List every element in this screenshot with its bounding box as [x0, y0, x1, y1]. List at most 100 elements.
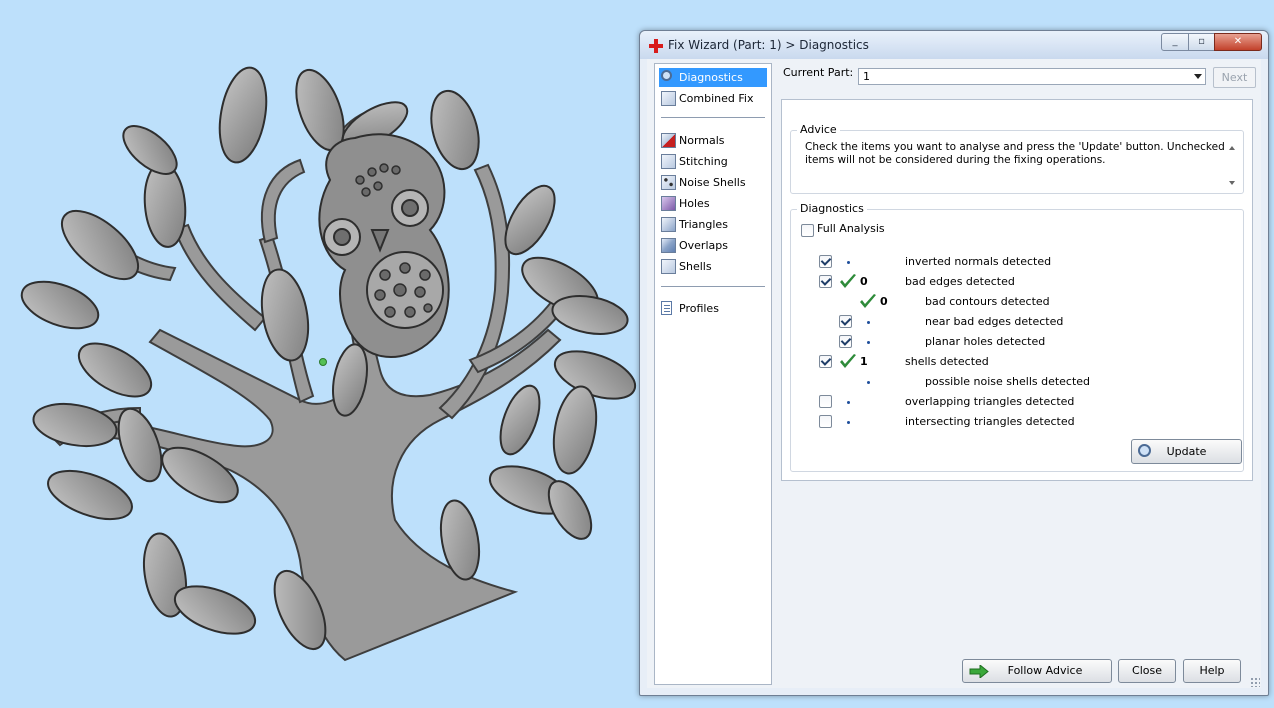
shells-cube-icon: [661, 259, 676, 274]
status-dot: [847, 261, 850, 264]
tree-owl-model: [20, 66, 637, 662]
minimize-button[interactable]: _: [1161, 33, 1189, 51]
nav-item-label: Combined Fix: [679, 92, 754, 105]
nav-item-label: Noise Shells: [679, 176, 746, 189]
follow-advice-button[interactable]: Follow Advice: [962, 659, 1112, 683]
current-part-dropdown[interactable]: 1: [858, 68, 1206, 85]
diagnostic-label: overlapping triangles detected: [905, 395, 1075, 408]
current-part-label: Current Part:: [783, 66, 854, 79]
diagnostic-label: bad edges detected: [905, 275, 1015, 288]
nav-item-label: Profiles: [679, 302, 719, 315]
diagnostic-row: near bad edges detected: [791, 312, 1241, 332]
diagnostic-label: inverted normals detected: [905, 255, 1052, 268]
diagnostic-row: 1 shells detected: [791, 352, 1241, 372]
full-analysis-checkbox[interactable]: [801, 224, 814, 237]
nav-item-noise-shells[interactable]: Noise Shells: [659, 173, 767, 192]
diagnostics-panel: Advice Check the items you want to analy…: [781, 99, 1253, 481]
magnifier-icon: [1138, 444, 1151, 457]
noise-shells-cube-icon: [661, 175, 676, 190]
next-button[interactable]: Next: [1213, 67, 1256, 88]
green-check-icon: [860, 294, 876, 308]
current-part-value: 1: [863, 70, 870, 83]
diagnostics-group: Diagnostics Full Analysis inverted norma…: [790, 202, 1244, 472]
magnifier-icon: [661, 70, 672, 81]
status-dot: [847, 421, 850, 424]
advice-scrollbar[interactable]: [1226, 141, 1238, 189]
overlaps-cube-icon: [661, 238, 676, 253]
stitching-cube-icon: [661, 154, 676, 169]
help-button[interactable]: Help: [1183, 659, 1241, 683]
nav-item-label: Stitching: [679, 155, 728, 168]
triangles-cube-icon: [661, 217, 676, 232]
diagnostic-label: possible noise shells detected: [925, 375, 1091, 388]
follow-advice-label: Follow Advice: [1007, 664, 1083, 677]
nav-item-triangles[interactable]: Triangles: [659, 215, 767, 234]
wizard-nav: Diagnostics Combined Fix Normals Stitchi…: [654, 63, 772, 685]
nav-item-label: Overlaps: [679, 239, 728, 252]
cube-icon: [661, 91, 676, 106]
nav-item-diagnostics[interactable]: Diagnostics: [659, 68, 767, 87]
diagnostic-row: 0 bad contours detected: [791, 292, 1241, 312]
nav-item-label: Holes: [679, 197, 710, 210]
chevron-down-icon: [1194, 74, 1202, 79]
diagnostic-checkbox[interactable]: [839, 315, 852, 328]
diagnostic-row: 0 bad edges detected: [791, 272, 1241, 292]
scroll-down-icon[interactable]: [1229, 181, 1235, 185]
diagnostic-checkbox[interactable]: [839, 335, 852, 348]
holes-cube-icon: [661, 196, 676, 211]
update-button[interactable]: Update: [1131, 439, 1242, 464]
diagnostic-value: 0: [860, 275, 868, 288]
diagnostic-checkbox[interactable]: [819, 415, 832, 428]
title-bar[interactable]: Fix Wizard (Part: 1) > Diagnostics _ ▫ ✕: [640, 31, 1268, 59]
nav-item-label: Diagnostics: [679, 71, 743, 84]
diagnostic-checkbox[interactable]: [819, 395, 832, 408]
normals-cube-icon: [661, 133, 676, 148]
status-dot: [867, 321, 870, 324]
full-analysis-label: Full Analysis: [817, 222, 885, 235]
window-title: Fix Wizard (Part: 1) > Diagnostics: [668, 38, 869, 52]
advice-title: Advice: [797, 123, 840, 136]
diagnostic-value: 0: [880, 295, 888, 308]
green-check-icon: [840, 354, 856, 368]
maximize-button[interactable]: ▫: [1188, 33, 1215, 51]
nav-separator: [661, 117, 765, 118]
3d-viewport[interactable]: [0, 0, 640, 708]
fix-wizard-window: Fix Wizard (Part: 1) > Diagnostics _ ▫ ✕…: [639, 30, 1269, 696]
nav-item-label: Normals: [679, 134, 725, 147]
diagnostic-label: bad contours detected: [925, 295, 1050, 308]
diagnostic-value: 1: [860, 355, 868, 368]
diagnostic-checkbox[interactable]: [819, 275, 832, 288]
nav-item-combined-fix[interactable]: Combined Fix: [659, 89, 767, 108]
diagnostic-checkbox[interactable]: [819, 255, 832, 268]
status-dot: [867, 341, 870, 344]
diagnostic-checkbox[interactable]: [819, 355, 832, 368]
diagnostic-row: possible noise shells detected: [791, 372, 1241, 392]
nav-item-profiles[interactable]: Profiles: [659, 299, 767, 318]
dialog-client: Diagnostics Combined Fix Normals Stitchi…: [647, 59, 1261, 688]
diagnostic-label: shells detected: [905, 355, 989, 368]
green-arrow-icon: [969, 665, 989, 678]
nav-item-stitching[interactable]: Stitching: [659, 152, 767, 171]
diagnostic-row: inverted normals detected: [791, 252, 1241, 272]
pivot-marker: [319, 358, 327, 366]
green-check-icon: [840, 274, 856, 288]
nav-item-label: Triangles: [679, 218, 728, 231]
diagnostic-row: overlapping triangles detected: [791, 392, 1241, 412]
close-button[interactable]: Close: [1118, 659, 1176, 683]
red-cross-icon: [649, 39, 663, 53]
diagnostic-label: intersecting triangles detected: [905, 415, 1075, 428]
nav-item-shells[interactable]: Shells: [659, 257, 767, 276]
resize-grip[interactable]: [1250, 677, 1260, 687]
nav-separator: [661, 286, 765, 287]
document-icon: [661, 301, 672, 315]
close-window-button[interactable]: ✕: [1214, 33, 1262, 51]
nav-item-holes[interactable]: Holes: [659, 194, 767, 213]
nav-item-overlaps[interactable]: Overlaps: [659, 236, 767, 255]
update-label: Update: [1166, 445, 1207, 458]
status-dot: [867, 381, 870, 384]
diagnostic-label: near bad edges detected: [925, 315, 1064, 328]
diagnostics-title: Diagnostics: [797, 202, 867, 215]
diagnostic-row: intersecting triangles detected: [791, 412, 1241, 432]
nav-item-normals[interactable]: Normals: [659, 131, 767, 150]
scroll-up-icon[interactable]: [1229, 146, 1235, 150]
